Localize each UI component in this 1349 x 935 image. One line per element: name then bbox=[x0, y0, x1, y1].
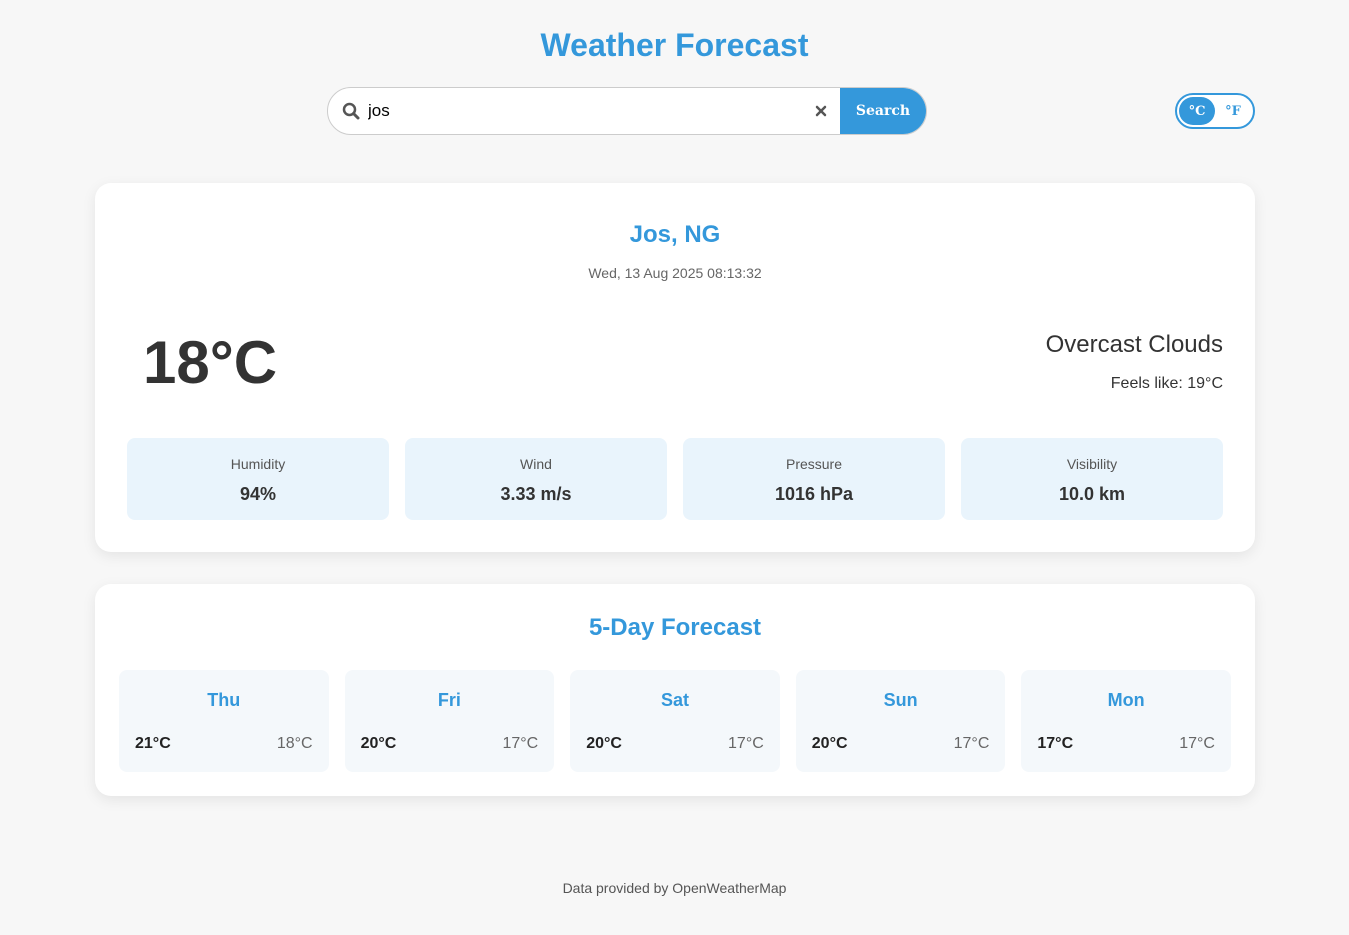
stat-humidity: Humidity 94% bbox=[127, 438, 389, 520]
unit-toggle[interactable]: °C °F bbox=[1175, 93, 1255, 129]
unit-fahrenheit-option[interactable]: °F bbox=[1215, 97, 1251, 125]
weather-stats: Humidity 94% Wind 3.33 m/s Pressure 1016… bbox=[127, 438, 1223, 520]
current-temperature: 18°C bbox=[143, 329, 278, 396]
clear-search-icon[interactable] bbox=[802, 88, 840, 134]
day-low-temp: 17°C bbox=[953, 735, 990, 752]
day-low-temp: 17°C bbox=[1179, 735, 1215, 752]
stat-value: 3.33 m/s bbox=[500, 484, 572, 504]
stat-value: 94% bbox=[239, 484, 277, 504]
day-name: Sat bbox=[660, 690, 689, 710]
day-high-temp: 20°C bbox=[586, 735, 622, 752]
forecast-day: Fri 20°C 17°C bbox=[344, 670, 555, 772]
stat-label: Pressure bbox=[785, 456, 843, 472]
stat-pressure: Pressure 1016 hPa bbox=[683, 438, 945, 520]
weather-condition: Overcast Clouds bbox=[1045, 331, 1223, 358]
search-icon bbox=[328, 88, 368, 134]
day-name: Sun bbox=[883, 690, 918, 710]
forecast-card: 5-Day Forecast Thu 21°C 18°C Fri 20°C 17… bbox=[95, 584, 1255, 796]
date-time: Wed, 13 Aug 2025 08:13:32 bbox=[588, 265, 762, 281]
day-high-temp: 21°C bbox=[135, 735, 171, 752]
stat-value: 1016 hPa bbox=[774, 484, 854, 504]
day-low-temp: 17°C bbox=[728, 735, 764, 752]
forecast-day: Thu 21°C 18°C bbox=[119, 670, 329, 772]
day-high-temp: 20°C bbox=[811, 735, 848, 752]
stat-value: 10.0 km bbox=[1058, 484, 1126, 504]
stat-visibility: Visibility 10.0 km bbox=[961, 438, 1223, 520]
unit-celsius-option[interactable]: °C bbox=[1179, 97, 1215, 125]
search-bar: Search bbox=[327, 87, 927, 135]
location-name: Jos, NG bbox=[629, 221, 721, 248]
search-button[interactable]: Search bbox=[840, 88, 926, 134]
day-name: Thu bbox=[207, 690, 241, 710]
day-low-temp: 17°C bbox=[502, 735, 539, 752]
stat-label: Humidity bbox=[230, 456, 286, 472]
day-name: Fri bbox=[437, 690, 461, 710]
day-high-temp: 20°C bbox=[360, 735, 397, 752]
forecast-day: Mon 17°C 17°C bbox=[1021, 670, 1231, 772]
stat-label: Wind bbox=[520, 456, 552, 472]
forecast-days: Thu 21°C 18°C Fri 20°C 17°C Sat 20°C 17°… bbox=[119, 670, 1231, 772]
stat-wind: Wind 3.33 m/s bbox=[405, 438, 667, 520]
stat-label: Visibility bbox=[1066, 456, 1118, 472]
forecast-day: Sun 20°C 17°C bbox=[795, 670, 1006, 772]
day-low-temp: 18°C bbox=[276, 735, 313, 752]
day-high-temp: 17°C bbox=[1037, 735, 1074, 752]
search-input[interactable] bbox=[368, 88, 802, 134]
page-title: Weather Forecast bbox=[540, 27, 809, 63]
feels-like: Feels like: 19°C bbox=[1110, 375, 1223, 392]
forecast-title: 5-Day Forecast bbox=[588, 614, 762, 641]
current-weather-card: Jos, NG Wed, 13 Aug 2025 08:13:32 18°C O… bbox=[95, 183, 1255, 552]
day-name: Mon bbox=[1107, 690, 1145, 710]
footer-credit: Data provided by OpenWeatherMap bbox=[562, 880, 787, 896]
forecast-day: Sat 20°C 17°C bbox=[570, 670, 780, 772]
